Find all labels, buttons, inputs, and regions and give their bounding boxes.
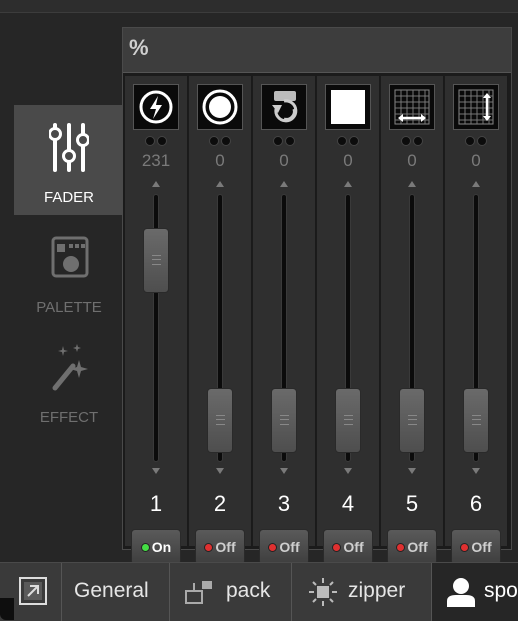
shutter-circle-icon[interactable]: [197, 84, 243, 130]
status-dots: [253, 136, 315, 149]
zipper-light-icon: [309, 578, 337, 606]
channel-toggle-button[interactable]: Off: [195, 529, 245, 565]
tab-spot-label: spo: [484, 579, 518, 602]
magic-wand-icon: [52, 344, 88, 391]
channel-toggle-button[interactable]: Off: [451, 529, 501, 565]
increment-arrow[interactable]: [216, 181, 224, 187]
tab-general[interactable]: General: [62, 563, 170, 621]
decrement-arrow[interactable]: [216, 468, 224, 474]
mode-effect-button[interactable]: EFFECT: [14, 325, 124, 435]
channel-number: 1: [149, 491, 163, 516]
increment-arrow[interactable]: [152, 181, 160, 187]
percent-toggle-button[interactable]: %: [129, 35, 149, 61]
decrement-arrow[interactable]: [408, 468, 416, 474]
tilt-grid-vertical-icon[interactable]: [453, 84, 499, 130]
mode-fader-label: FADER: [43, 189, 94, 206]
channel-number: 4: [341, 491, 355, 516]
tab-pack-label: pack: [226, 579, 271, 602]
fixture-tab-bar: General pack zipper spo: [0, 562, 518, 621]
pan-grid-horizontal-icon[interactable]: [389, 84, 435, 130]
dimmer-white-square-icon[interactable]: [325, 84, 371, 130]
decrement-arrow[interactable]: [344, 468, 352, 474]
channel-1: 231 1 On: [125, 76, 188, 565]
fader-handle[interactable]: [143, 227, 169, 293]
channel-4: 0 4 Off: [317, 76, 380, 565]
status-dots: [189, 136, 251, 149]
channel-value: 0: [279, 151, 289, 170]
decrement-arrow[interactable]: [472, 468, 480, 474]
toggle-label: On: [151, 539, 172, 555]
fader-handle[interactable]: [271, 388, 297, 453]
toggle-label: Off: [215, 539, 236, 555]
channel-toggle-button[interactable]: Off: [259, 529, 309, 565]
status-dots: [125, 136, 187, 149]
channel-number: 5: [405, 491, 419, 516]
window-corner: [0, 598, 14, 620]
status-dots: [381, 136, 443, 149]
channel-number: 2: [213, 491, 227, 516]
channel-6: 0 6 Off: [445, 76, 508, 565]
channel-value: 231: [141, 151, 171, 170]
status-dots: [317, 136, 379, 149]
channel-value: 0: [471, 151, 481, 170]
spot-person-icon: [447, 578, 475, 607]
fader-panel: % 231 1 On 0 2 Off 0 3 Off 0 4 Off 0 5 O…: [122, 27, 512, 565]
channel-toggle-button[interactable]: Off: [323, 529, 373, 565]
fader-handle[interactable]: [463, 388, 489, 453]
channel-value: 0: [215, 151, 225, 170]
channel-number: 6: [469, 491, 483, 516]
tab-zipper[interactable]: zipper: [292, 563, 432, 621]
group-toggle-icon: [19, 577, 47, 605]
status-led: [332, 543, 342, 552]
increment-arrow[interactable]: [344, 181, 352, 187]
toggle-label: Off: [407, 539, 428, 555]
tab-zipper-label: zipper: [348, 579, 406, 602]
decrement-arrow[interactable]: [152, 468, 160, 474]
status-led: [396, 543, 406, 552]
channel-toggle-button[interactable]: Off: [387, 529, 437, 565]
toggle-label: Off: [471, 539, 492, 555]
mode-effect-label: EFFECT: [39, 409, 99, 426]
status-led: [460, 543, 470, 552]
mode-palette-label: PALETTE: [36, 299, 102, 316]
palette-icon: [51, 236, 89, 278]
increment-arrow[interactable]: [280, 181, 288, 187]
mode-palette-button[interactable]: PALETTE: [14, 215, 124, 325]
fader-handle[interactable]: [335, 388, 361, 453]
status-led: [140, 543, 150, 552]
toggle-label: Off: [343, 539, 364, 555]
fixture-pack-icon: [185, 581, 212, 604]
channel-value: 0: [407, 151, 417, 170]
fader-sliders-icon: [49, 123, 89, 172]
tab-general-label: General: [74, 579, 149, 602]
status-dots: [445, 136, 507, 149]
channel-toggle-button[interactable]: On: [131, 529, 181, 565]
tab-pack[interactable]: pack: [170, 563, 292, 621]
top-bar: [0, 0, 518, 13]
mode-fader-button[interactable]: FADER: [14, 105, 124, 215]
panel-header: %: [123, 28, 511, 73]
decrement-arrow[interactable]: [280, 468, 288, 474]
increment-arrow[interactable]: [472, 181, 480, 187]
fader-handle[interactable]: [399, 388, 425, 453]
channel-2: 0 2 Off: [189, 76, 252, 565]
channel-3: 0 3 Off: [253, 76, 316, 565]
mode-sidebar: FADER PALETTE EFFECT: [0, 105, 125, 445]
status-led: [204, 543, 214, 552]
channel-5: 0 5 Off: [381, 76, 444, 565]
tab-spot[interactable]: spo: [432, 563, 518, 621]
effect-off-icon[interactable]: [261, 84, 307, 130]
channel-number: 3: [277, 491, 291, 516]
fader-handle[interactable]: [207, 388, 233, 453]
status-led: [268, 543, 278, 552]
increment-arrow[interactable]: [408, 181, 416, 187]
strobe-lightning-icon[interactable]: [133, 84, 179, 130]
channel-value: 0: [343, 151, 353, 170]
toggle-label: Off: [279, 539, 300, 555]
